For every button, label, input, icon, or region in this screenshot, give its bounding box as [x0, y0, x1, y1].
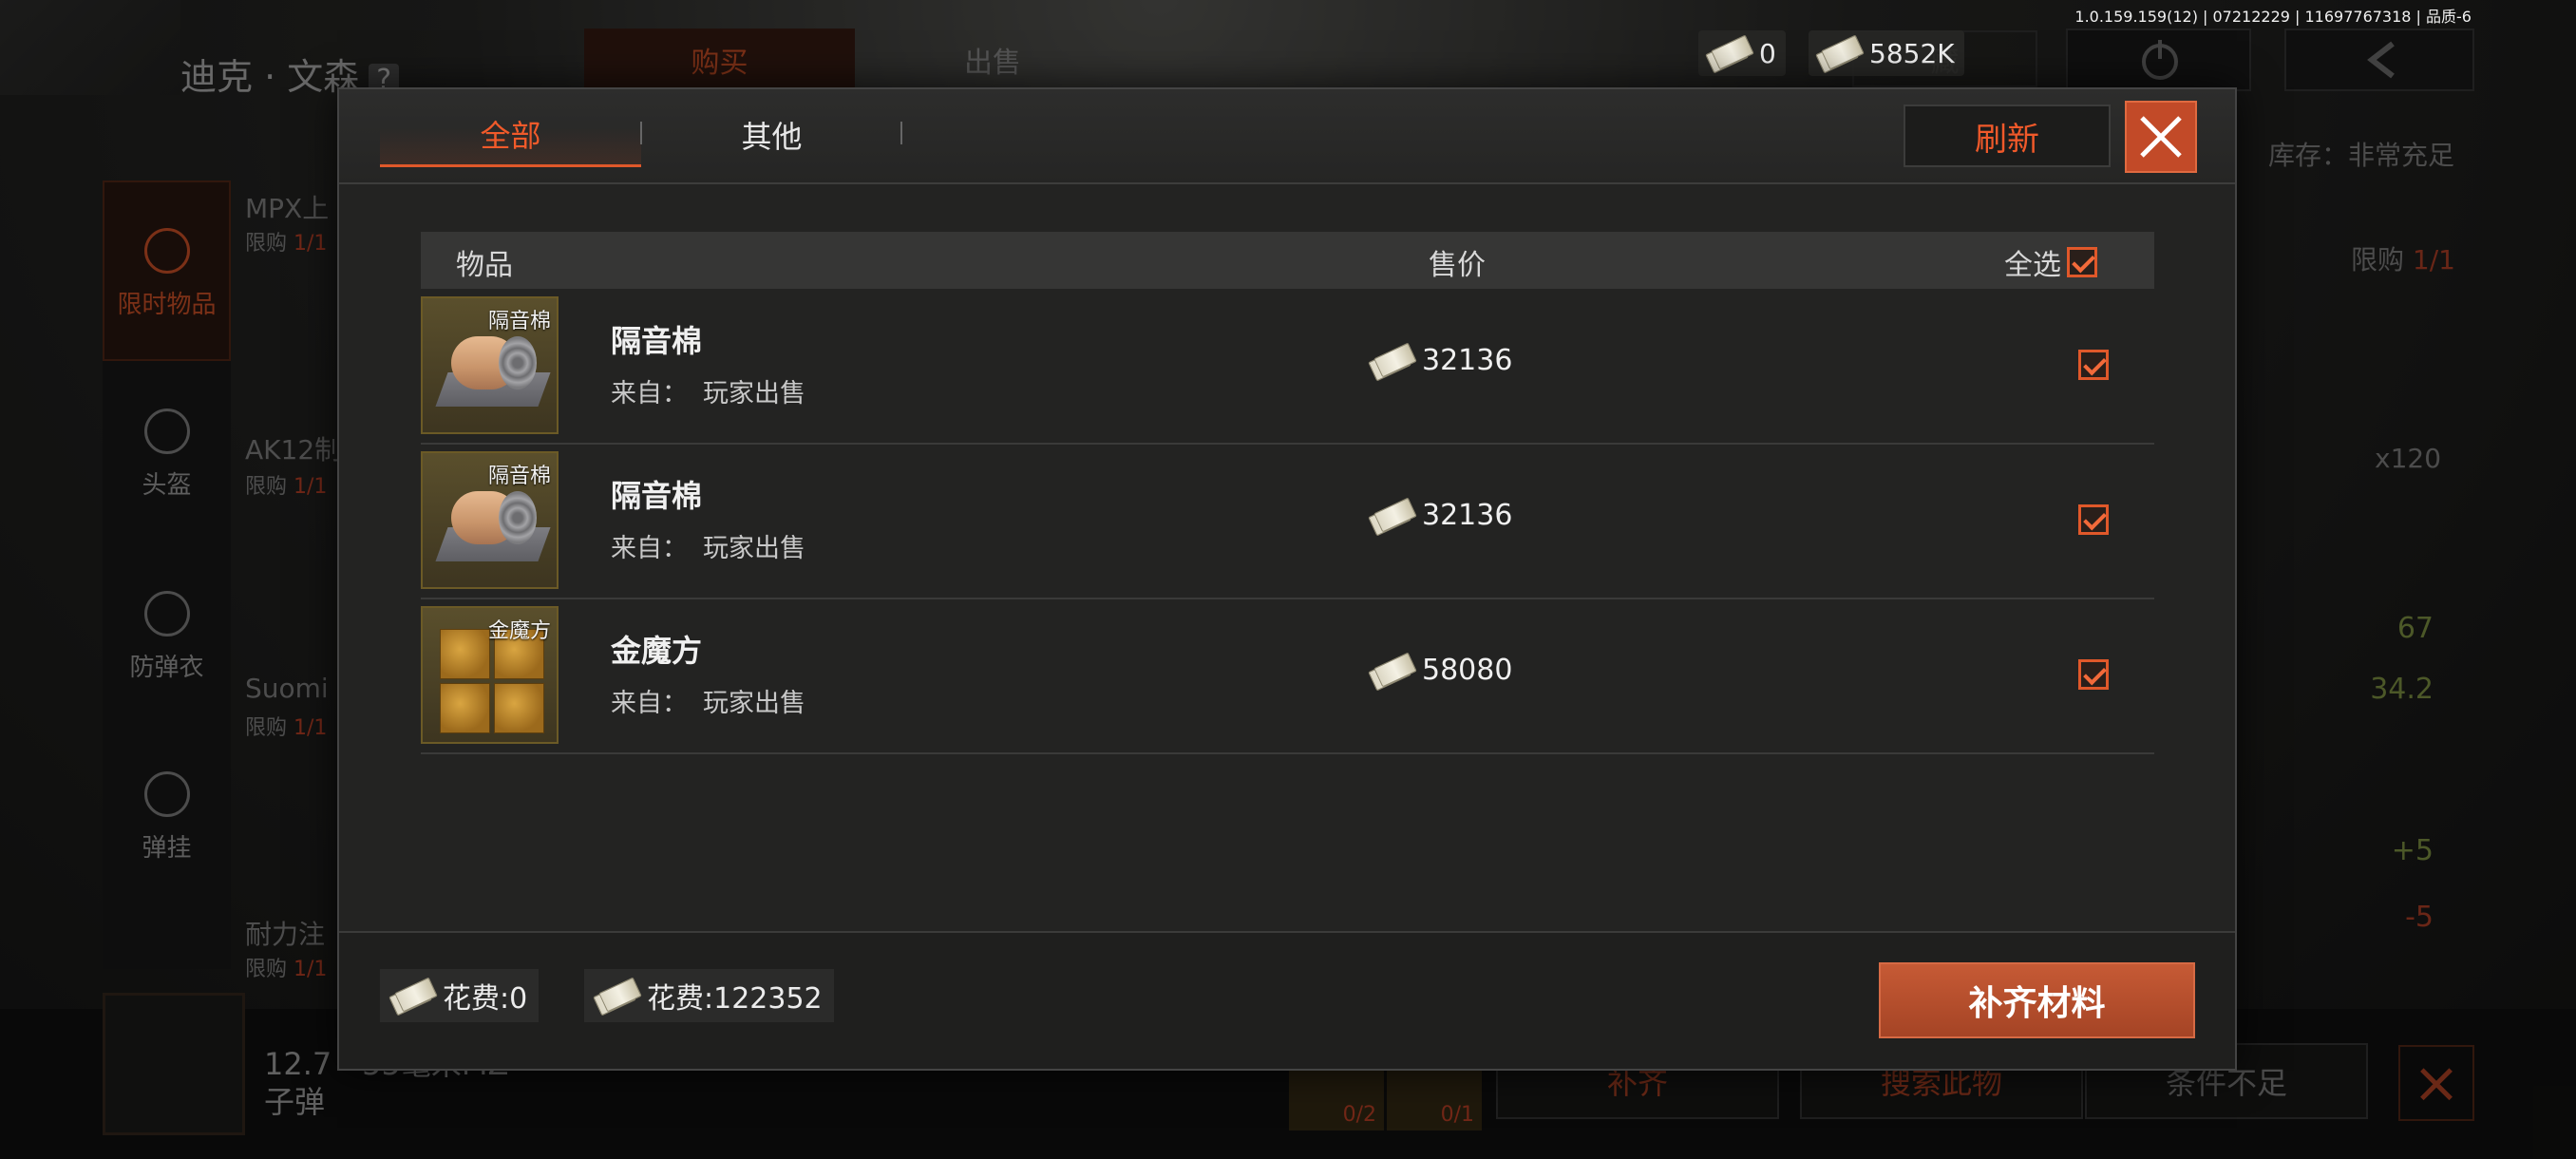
select-all-label: 全选 — [2004, 249, 2061, 282]
sound-insulation-roll-icon: 隔音棉 — [421, 296, 559, 434]
tab-other[interactable]: 其他 — [641, 103, 902, 167]
bound-cost: 花费:0 — [380, 969, 540, 1022]
version-text: 1.0.159.159(12) | 07212229 | 11697767318… — [2074, 8, 2472, 26]
column-header-item: 物品 — [456, 249, 513, 282]
refresh-button[interactable]: 刷新 — [1904, 104, 2111, 167]
item-name: 隔音棉 — [611, 478, 703, 514]
bound-cash-display: 0 — [1698, 30, 1786, 76]
item-price: 32136 — [1371, 499, 1512, 532]
cash-icon — [596, 982, 637, 1009]
row-checkbox[interactable] — [2078, 659, 2109, 690]
item-name: 隔音棉 — [611, 323, 703, 359]
item-source: 来自： 玩家出售 — [611, 689, 805, 718]
tab-all[interactable]: 全部 — [380, 103, 641, 167]
tab-divider — [900, 122, 902, 144]
cash-icon — [1371, 657, 1412, 684]
sound-insulation-roll-icon: 隔音棉 — [421, 451, 559, 589]
column-header-price: 售价 — [1429, 249, 1486, 282]
item-price: 58080 — [1371, 654, 1512, 687]
close-icon — [2140, 116, 2182, 158]
cash-icon — [1708, 40, 1750, 66]
select-all[interactable]: 全选 — [2004, 241, 2097, 283]
row-checkbox[interactable] — [2078, 504, 2109, 535]
gold-cube-icon: 金魔方 — [421, 606, 559, 744]
item-source: 来自： 玩家出售 — [611, 534, 805, 563]
item-source: 来自： 玩家出售 — [611, 379, 805, 408]
table-row: 金魔方 金魔方 来自： 玩家出售 58080 — [421, 602, 2154, 754]
cash-icon — [1371, 503, 1412, 529]
cash-icon — [1818, 40, 1860, 66]
table-header — [421, 232, 2154, 289]
table-row: 隔音棉 隔音棉 来自： 玩家出售 32136 — [421, 293, 2154, 445]
cash-icon — [391, 982, 433, 1009]
row-checkbox[interactable] — [2078, 350, 2109, 380]
item-name: 金魔方 — [611, 633, 703, 669]
table-row: 隔音棉 隔音棉 来自： 玩家出售 32136 — [421, 447, 2154, 599]
fill-materials-button[interactable]: 补齐材料 — [1879, 962, 2195, 1038]
cash-icon — [1371, 348, 1412, 374]
select-all-checkbox[interactable] — [2067, 247, 2097, 277]
cash-display: 5852K — [1809, 30, 1964, 76]
cash-cost: 花费:122352 — [584, 969, 834, 1022]
close-button[interactable] — [2125, 101, 2197, 173]
item-price: 32136 — [1371, 344, 1512, 377]
